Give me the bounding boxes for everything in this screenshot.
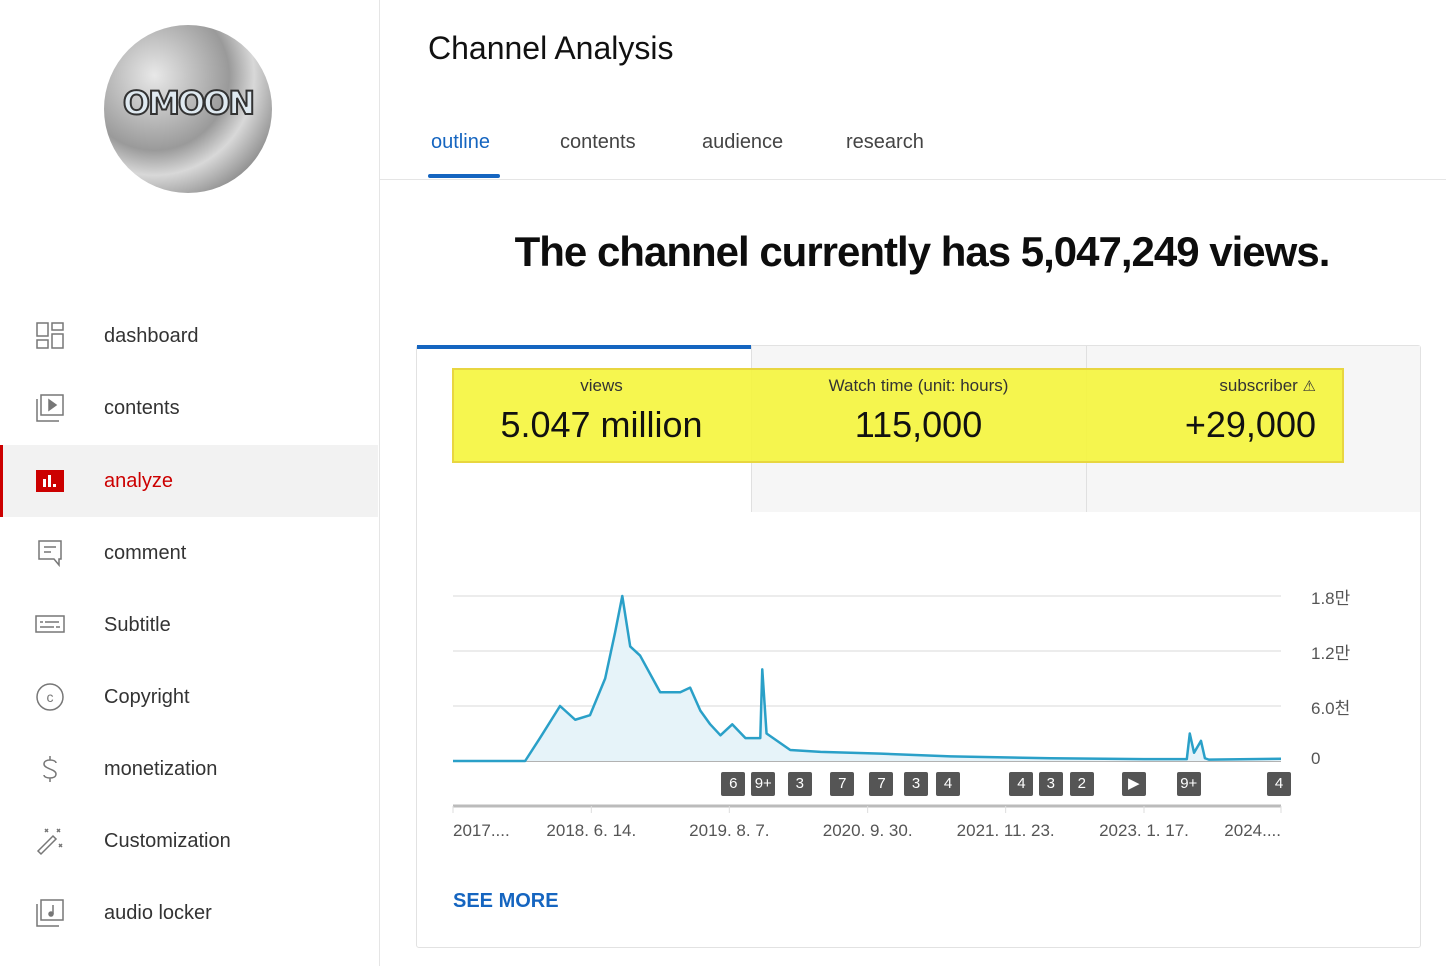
video-marker[interactable]: 2 (1069, 772, 1094, 796)
video-marker[interactable]: 6 (721, 772, 746, 796)
video-marker[interactable]: 3 (904, 772, 929, 796)
video-marker[interactable]: 7 (830, 772, 855, 796)
area-fill (453, 596, 1281, 761)
x-tick-label: 2023. 1. 17. (1099, 821, 1189, 840)
y-tick-label: 0 (1311, 749, 1321, 768)
video-marker[interactable]: 4 (936, 772, 961, 796)
x-tick-label: 2021. 11. 23. (956, 821, 1055, 840)
video-marker[interactable]: 9+ (1176, 772, 1201, 796)
video-marker[interactable]: 4 (1267, 772, 1292, 796)
video-marker[interactable]: 4 (1009, 772, 1034, 796)
see-more-link[interactable]: SEE MORE (453, 890, 559, 913)
video-marker[interactable]: 3 (1038, 772, 1063, 796)
x-tick-label: 2018. 6. 14. (546, 821, 637, 840)
video-marker[interactable]: ▶ (1121, 772, 1146, 796)
video-marker[interactable]: 3 (787, 772, 812, 796)
x-tick-label: 2020. 9. 30. (822, 821, 913, 840)
x-tick-label: 2019. 8. 7. (689, 821, 770, 840)
x-tick-label: 2017.... (453, 821, 510, 840)
y-tick-label: 1.8만 (1311, 589, 1351, 608)
y-tick-label: 1.2만 (1311, 644, 1351, 663)
video-marker[interactable]: 7 (869, 772, 894, 796)
y-tick-label: 6.0천 (1311, 699, 1351, 718)
video-marker[interactable]: 9+ (751, 772, 776, 796)
x-tick-label: 2024.... (1224, 821, 1281, 840)
